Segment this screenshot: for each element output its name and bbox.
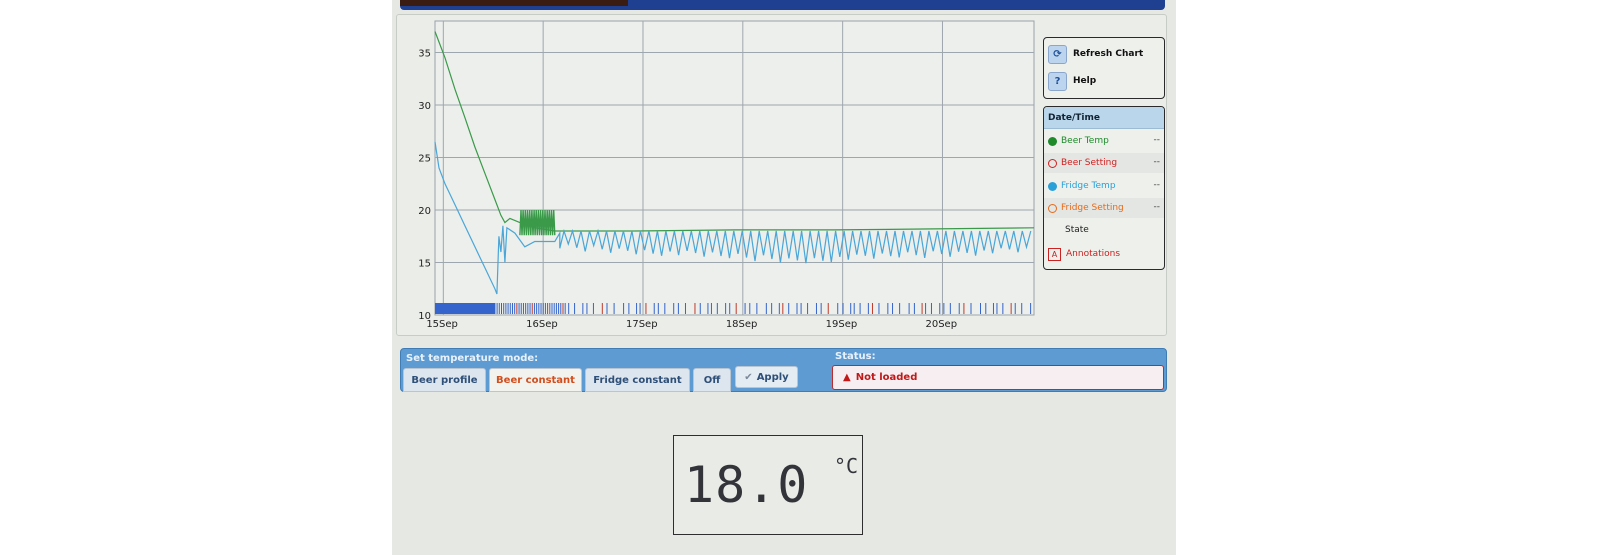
y-tick-label: 15 (418, 259, 431, 270)
legend-value-fridge-temp: -- (1153, 180, 1161, 190)
help-icon: ? (1048, 71, 1067, 91)
legend-label-beer-setting: Beer Setting (1061, 158, 1118, 168)
mode-title: Set temperature mode: (406, 353, 539, 364)
legend-item-beer-temp[interactable]: Beer Temp -- (1044, 131, 1164, 151)
status-box: ▲ Not loaded (832, 365, 1164, 390)
chart-controls: ⟳ Refresh Chart ? Help (1043, 37, 1165, 99)
apply-label: Apply (756, 371, 789, 383)
temperature-unit: °C (834, 454, 859, 478)
fridge-temp-marker-icon (1048, 181, 1057, 191)
x-tick-label: 15Sep (426, 319, 458, 330)
status-title: Status: (835, 351, 876, 362)
fridge-constant-button[interactable]: Fridge constant (585, 368, 690, 392)
legend-header: Date/Time (1044, 107, 1164, 129)
legend-label-beer-temp: Beer Temp (1061, 136, 1109, 146)
legend-value-fridge-setting: -- (1153, 202, 1161, 212)
legend-item-state[interactable]: State (1044, 220, 1164, 240)
refresh-chart-label: Refresh Chart (1073, 49, 1144, 59)
chart-legend: Date/Time Beer Temp -- Beer Setting -- Fridg… (1043, 106, 1165, 270)
y-tick-label: 20 (418, 206, 431, 217)
state-marker-icon (1048, 226, 1057, 235)
y-tick-label: 30 (418, 101, 431, 112)
plot-area (434, 20, 1035, 316)
y-tick-label: 35 (418, 49, 431, 60)
legend-value-beer-temp: -- (1153, 135, 1161, 145)
x-tick-label: 17Sep (626, 319, 658, 330)
chart-panel: 15Sep 16Sep 17Sep 18Sep 19Sep 20Sep 10 15 20 25 30… (396, 14, 1167, 336)
legend-item-fridge-setting[interactable]: Fridge Setting -- (1044, 198, 1164, 218)
x-tick-label: 18Sep (726, 319, 758, 330)
brewpi-app: 15Sep 16Sep 17Sep 18Sep 19Sep 20Sep 10 15 20 25 30… (392, 0, 1176, 555)
refresh-icon: ⟳ (1048, 44, 1067, 64)
temperature-mode-bar: Set temperature mode: Status: Beer profi… (400, 348, 1167, 392)
temperature-display: 18.0 °C (673, 435, 863, 535)
x-tick-label: 19Sep (826, 319, 858, 330)
help-button[interactable]: ? Help (1048, 70, 1096, 92)
legend-item-fridge-temp[interactable]: Fridge Temp -- (1044, 176, 1164, 196)
y-tick-label: 10 (418, 311, 431, 322)
warning-icon: ▲ (843, 372, 851, 383)
beer-profile-button[interactable]: Beer profile (403, 368, 486, 392)
check-icon: ✔ (744, 371, 753, 383)
x-tick-label: 16Sep (526, 319, 558, 330)
legend-label-state: State (1065, 225, 1089, 235)
help-label: Help (1073, 76, 1097, 86)
legend-item-beer-setting[interactable]: Beer Setting -- (1044, 153, 1164, 173)
top-navigation-bar (400, 0, 1165, 10)
legend-value-beer-setting: -- (1153, 157, 1161, 167)
beer-constant-button[interactable]: Beer constant (489, 368, 582, 392)
x-tick-label: 20Sep (925, 319, 957, 330)
refresh-chart-button[interactable]: ⟳ Refresh Chart (1048, 43, 1143, 65)
temperature-value: 18.0 (684, 456, 809, 514)
legend-label-annotations: Annotations (1066, 249, 1121, 259)
beer-setting-marker-icon (1048, 158, 1057, 168)
annotation-icon: A (1048, 247, 1061, 261)
legend-item-annotations[interactable]: A Annotations (1044, 244, 1164, 264)
y-tick-label: 25 (418, 154, 431, 165)
legend-label-fridge-temp: Fridge Temp (1061, 181, 1116, 191)
top-banner-image (400, 0, 628, 6)
status-text: Not loaded (855, 372, 918, 383)
apply-button[interactable]: ✔ Apply (735, 366, 798, 388)
off-button[interactable]: Off (693, 368, 731, 392)
fridge-setting-marker-icon (1048, 203, 1057, 213)
legend-label-fridge-setting: Fridge Setting (1061, 203, 1124, 213)
state-heating-block (435, 303, 495, 314)
beer-temp-marker-icon (1048, 136, 1057, 146)
